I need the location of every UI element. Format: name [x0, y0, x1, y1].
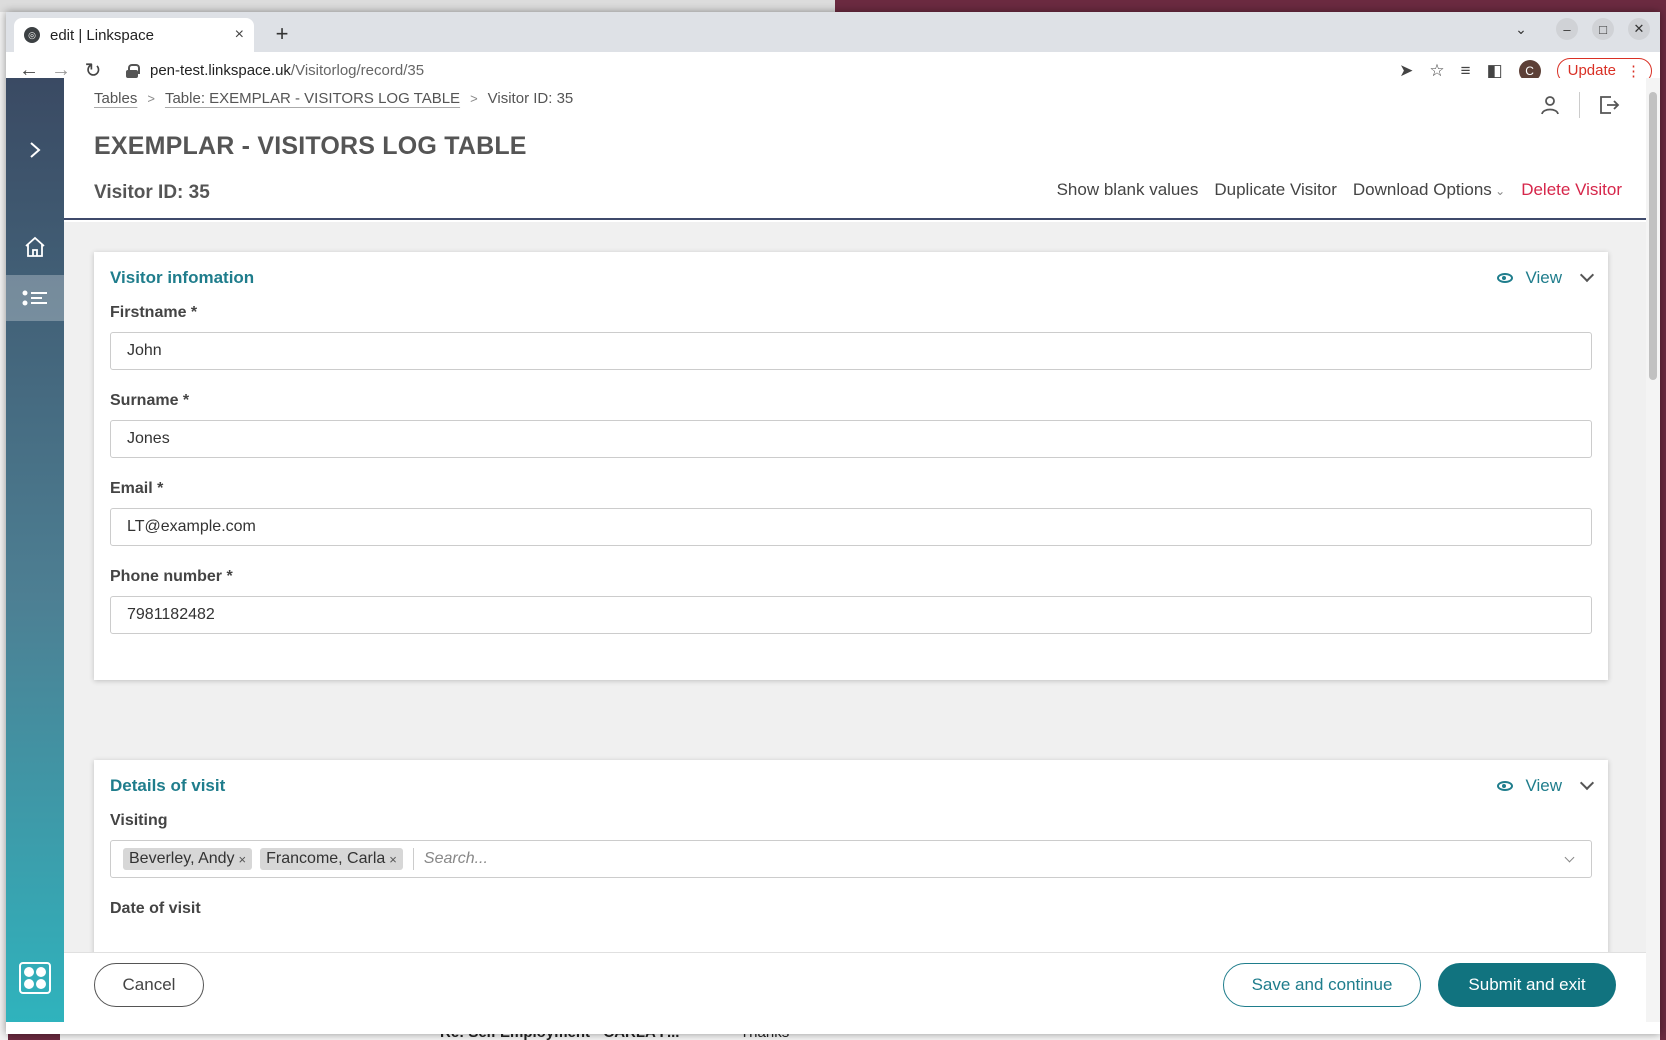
browser-tab[interactable]: ◎ edit | Linkspace ×: [14, 18, 254, 52]
form-scroll-area[interactable]: Visitor infomation View Firstname * Surn…: [64, 222, 1646, 952]
date-of-visit-label: Date of visit: [110, 900, 201, 917]
page-title: EXEMPLAR - VISITORS LOG TABLE: [94, 132, 527, 160]
email-label: Email *: [110, 480, 164, 497]
eye-icon: [1497, 781, 1514, 791]
user-menu: [1537, 92, 1622, 118]
record-header: Visitor ID: 35 Show blank values Duplica…: [64, 168, 1646, 220]
submit-and-exit-button[interactable]: Submit and exit: [1438, 963, 1616, 1007]
update-label: Update: [1567, 62, 1616, 79]
show-blank-values-button[interactable]: Show blank values: [1057, 180, 1199, 200]
card-header: Visitor infomation View: [94, 252, 1608, 304]
visiting-search-input[interactable]: Search...: [424, 850, 1558, 868]
dropdown-caret-icon[interactable]: [1564, 852, 1575, 862]
close-window-button[interactable]: ✕: [1628, 18, 1650, 40]
app-area: Tables > Table: EXEMPLAR - VISITORS LOG …: [6, 78, 1660, 1022]
firstname-label: Firstname *: [110, 304, 198, 321]
linkspace-logo[interactable]: [19, 962, 51, 994]
breadcrumb-separator: >: [147, 91, 155, 106]
main-content: Tables > Table: EXEMPLAR - VISITORS LOG …: [64, 78, 1646, 1022]
surname-input[interactable]: [110, 420, 1592, 458]
tab-strip: ◎ edit | Linkspace × + ⌄ – □ ✕: [6, 12, 1660, 52]
sidebar: [6, 78, 64, 1022]
breadcrumb-separator: >: [470, 91, 478, 106]
surname-label: Surname *: [110, 392, 190, 409]
new-tab-button[interactable]: +: [268, 20, 296, 48]
chevron-down-icon[interactable]: [1579, 775, 1595, 791]
scrollbar-thumb[interactable]: [1649, 92, 1657, 380]
logout-icon[interactable]: [1596, 92, 1622, 118]
visiting-chip: Beverley, Andy ×: [123, 848, 253, 870]
maximize-button[interactable]: □: [1592, 18, 1614, 40]
view-button[interactable]: View: [1497, 268, 1562, 288]
visiting-multiselect[interactable]: Beverley, Andy × Francome, Carla × Search.…: [110, 840, 1592, 878]
remove-chip-icon[interactable]: ×: [389, 852, 397, 867]
cancel-button[interactable]: Cancel: [94, 963, 204, 1007]
tab-close-icon[interactable]: ×: [235, 26, 244, 44]
multiselect-divider: [412, 848, 414, 870]
expand-icon[interactable]: [6, 127, 64, 173]
home-icon[interactable]: [6, 224, 64, 270]
email-input[interactable]: [110, 508, 1592, 546]
phone-label: Phone number *: [110, 568, 233, 585]
page-scrollbar[interactable]: [1646, 78, 1660, 1022]
favicon-icon: ◎: [24, 27, 40, 43]
chevron-down-icon[interactable]: [1579, 267, 1595, 283]
chip-label: Francome, Carla: [266, 850, 386, 867]
breadcrumb: Tables > Table: EXEMPLAR - VISITORS LOG …: [94, 90, 573, 107]
visiting-chip: Francome, Carla ×: [260, 848, 403, 870]
card-header: Details of visit View: [94, 760, 1608, 812]
surname-field-group: Surname *: [94, 392, 1608, 458]
breadcrumb-current: Visitor ID: 35: [487, 90, 574, 107]
background-window-strip: [0, 0, 835, 12]
eye-icon: [1497, 273, 1514, 283]
tab-search-icon[interactable]: ⌄: [1510, 18, 1532, 40]
list-icon[interactable]: [6, 275, 64, 321]
breadcrumb-tables[interactable]: Tables: [94, 90, 137, 107]
visitor-information-card: Visitor infomation View Firstname * Surn…: [94, 252, 1608, 680]
firstname-input[interactable]: [110, 332, 1592, 370]
download-options-dropdown[interactable]: Download Options: [1353, 180, 1505, 200]
minimize-button[interactable]: –: [1556, 18, 1578, 40]
chip-label: Beverley, Andy: [129, 850, 235, 867]
record-id: Visitor ID: 35: [94, 182, 210, 203]
url-path: /Visitorlog/record/35: [290, 62, 425, 79]
record-actions: Show blank values Duplicate Visitor Down…: [1057, 180, 1622, 200]
details-of-visit-card: Details of visit View Visiting Beverley,…: [94, 760, 1608, 952]
delete-visitor-button[interactable]: Delete Visitor: [1521, 180, 1622, 200]
phone-input[interactable]: [110, 596, 1592, 634]
tab-title: edit | Linkspace: [50, 26, 154, 44]
remove-chip-icon[interactable]: ×: [239, 852, 247, 867]
view-label: View: [1525, 776, 1562, 795]
phone-field-group: Phone number *: [94, 568, 1608, 634]
card-title: Visitor infomation: [110, 268, 255, 287]
firstname-field-group: Firstname *: [94, 304, 1608, 370]
lock-icon: [126, 63, 140, 78]
card-title: Details of visit: [110, 776, 226, 795]
view-label: View: [1525, 268, 1562, 287]
email-field-group: Email *: [94, 480, 1608, 546]
visiting-field-group: Visiting Beverley, Andy × Francome, Carla…: [94, 812, 1608, 878]
visiting-label: Visiting: [110, 812, 168, 829]
save-and-continue-button[interactable]: Save and continue: [1223, 963, 1421, 1007]
window-controls: ⌄ – □ ✕: [1510, 18, 1650, 40]
kebab-menu-icon: ⋮: [1626, 62, 1641, 80]
user-icon[interactable]: [1537, 92, 1563, 118]
form-footer: Cancel Save and continue Submit and exit: [64, 952, 1646, 1022]
breadcrumb-table[interactable]: Table: EXEMPLAR - VISITORS LOG TABLE: [165, 90, 460, 107]
duplicate-visitor-button[interactable]: Duplicate Visitor: [1214, 180, 1337, 200]
icon-divider: [1579, 92, 1580, 118]
view-button[interactable]: View: [1497, 776, 1562, 796]
url-host: pen-test.linkspace.uk: [150, 62, 291, 79]
